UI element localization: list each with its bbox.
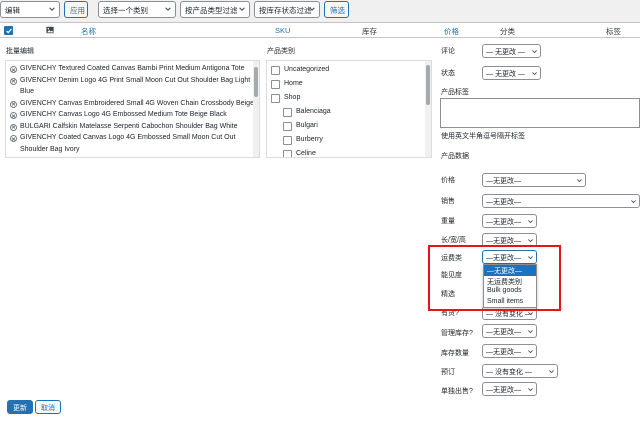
bulk-edit-panel: 批量编辑 GIVENCHY Textured Coated Canvas Bam… [0,38,640,423]
column-sku[interactable]: SKU [275,26,290,35]
sold-individually-label: 单独出售? [441,388,473,395]
column-categories: 分类 [500,27,515,36]
chevron-down-icon [532,72,537,76]
scrollbar-thumb[interactable] [426,65,430,105]
list-item-continued: Blue [20,88,35,95]
categories-title: 产品类别 [267,48,295,55]
category-checkbox[interactable] [283,122,292,131]
bulk-edit-product-list: GIVENCHY Textured Coated Canvas Bambi Pr… [5,60,260,158]
chevron-down-icon [528,330,533,334]
list-item: GIVENCHY Canvas Embroidered Small 4G Wov… [10,100,255,112]
tags-label: 产品标签 [441,89,469,96]
sale-select[interactable]: —无更改— [482,194,640,208]
list-item: GIVENCHY Textured Coated Canvas Bambi Pr… [10,65,255,77]
chevron-down-icon [528,350,533,354]
category-item[interactable]: Bulgari [271,120,427,134]
manage-stock-label: 管理库存? [441,330,473,337]
column-stock: 库存 [362,27,377,36]
stock-status-filter-select[interactable]: 按库存状态过滤 [254,1,320,18]
category-item[interactable]: Shop [271,92,427,106]
category-checkbox[interactable] [283,108,292,117]
weight-select[interactable]: —无更改— [482,214,537,228]
dimensions-label: 长/宽/高 [441,237,466,244]
backorders-label: 预订 [441,369,455,376]
column-tags: 标签 [606,27,621,36]
chevron-down-icon [528,220,533,224]
table-header: 名称 SKU 库存 价格 分类 标签 [0,22,640,38]
price-label: 价格 [441,177,455,184]
weight-label: 重量 [441,218,455,225]
filter-button[interactable]: 筛选 [324,1,349,18]
list-item-continued: Shoulder Bag Ivory [20,145,80,153]
remove-icon[interactable] [10,112,17,119]
chevron-down-icon [239,7,245,11]
update-button[interactable]: 更新 [7,400,33,414]
categories-scrollbar[interactable] [425,61,431,157]
category-checkbox[interactable] [271,80,280,89]
chevron-down-icon [532,50,537,54]
bulk-edit-title: 批量编辑 [6,48,34,55]
category-item[interactable]: Balenciaga [271,106,427,120]
chevron-down-icon [549,370,554,374]
list-item: GIVENCHY Canvas Logo 4G Embossed Medium … [10,111,255,123]
column-price[interactable]: 价格 [444,26,459,37]
backorders-select[interactable]: — 没有变化 — [482,364,558,378]
stock-qty-select[interactable]: —无更改— [482,344,537,358]
chevron-down-icon [528,312,533,316]
highlight-box [428,245,561,311]
chevron-down-icon [631,200,636,204]
category-filter-select[interactable]: 选择一个类别 [98,1,176,18]
apply-button[interactable]: 应用 [64,1,88,18]
select-all-checkbox[interactable] [4,26,13,35]
scrollbar-thumb[interactable] [254,67,258,97]
category-item[interactable]: Home [271,78,427,92]
product-type-filter-select[interactable]: 按产品类型过滤 [180,1,250,18]
category-item[interactable]: Celine [271,148,427,157]
remove-icon[interactable] [10,66,17,73]
comment-select[interactable]: — 无更改 — [482,44,541,58]
stock-qty-label: 库存数量 [441,350,469,357]
price-select[interactable]: —无更改— [482,173,586,187]
category-item[interactable]: Burberry [271,134,427,148]
image-column-icon [46,26,54,34]
category-checkbox[interactable] [283,136,292,145]
status-select[interactable]: — 无更改 — [482,66,541,80]
product-data-title: 产品数据 [441,153,469,160]
chevron-down-icon [528,388,533,392]
status-label: 状态 [441,70,455,77]
bulk-action-value: 编辑 [5,6,20,15]
list-item: BULGARI Calfskin Matelasse Serpenti Cabo… [10,123,255,135]
categories-checklist: Uncategorized Home Shop Balenciaga Bulga… [266,60,432,158]
category-item[interactable]: Uncategorized [271,64,427,78]
list-item: GIVENCHY Denim Logo 4G Print Small Moon … [10,77,255,89]
chevron-down-icon [165,7,171,11]
column-name[interactable]: 名称 [81,26,96,37]
tags-textarea[interactable] [440,98,640,128]
list-item: GIVENCHY Coated Canvas Logo 4G Embossed … [10,134,255,146]
chevron-down-icon [49,7,55,11]
checkmark-icon [6,28,12,34]
category-checkbox[interactable] [271,66,280,75]
stock-status-filter-value: 按库存状态过滤 [259,6,312,15]
chevron-down-icon [528,239,533,243]
chevron-down-icon [309,7,315,11]
remove-icon[interactable] [10,100,17,108]
bulk-action-select[interactable]: 编辑 [0,1,60,18]
chevron-down-icon [577,179,582,183]
remove-icon[interactable] [10,135,17,142]
sold-individually-select[interactable]: —无更改— [482,382,537,396]
remove-icon[interactable] [10,77,17,85]
remove-icon[interactable] [10,123,17,131]
category-filter-value: 选择一个类别 [103,6,148,15]
comment-label: 评论 [441,48,455,55]
cancel-button[interactable]: 取消 [35,400,61,414]
product-list-scrollbar[interactable] [253,61,259,157]
category-checkbox[interactable] [271,94,280,103]
manage-stock-select[interactable]: —无更改— [482,324,537,338]
sale-label: 销售 [441,198,455,205]
category-checkbox[interactable] [283,150,292,157]
tags-hint: 使用英文半角逗号隔开标签 [441,133,525,140]
product-type-filter-value: 按产品类型过滤 [185,6,238,15]
